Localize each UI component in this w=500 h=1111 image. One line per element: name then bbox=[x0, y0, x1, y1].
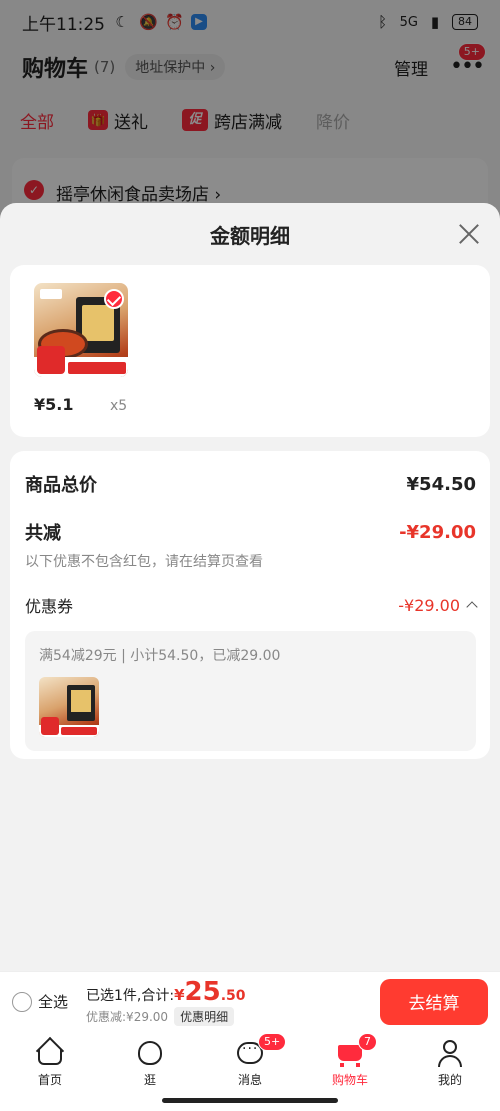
select-all-label[interactable]: 全选 bbox=[38, 991, 68, 1012]
selected-text: 已选1件,合计: bbox=[86, 987, 175, 1004]
product-price-row: ¥5.1 x5 bbox=[34, 395, 466, 414]
select-all-radio[interactable] bbox=[12, 991, 32, 1012]
tab-label: 消息 bbox=[237, 1073, 262, 1087]
coupon-description: 满54减29元 | 小计54.50，已减29.00 bbox=[39, 648, 281, 664]
price-summary-card: 商品总价 ¥54.50 共减 -¥29.00 以下优惠不包含红包，请在结算页查看… bbox=[10, 451, 490, 759]
checkout-button[interactable]: 去结算 bbox=[380, 978, 488, 1025]
product-price: ¥5.1 bbox=[34, 395, 74, 414]
discount-detail-button[interactable]: 优惠明细 bbox=[174, 1006, 235, 1026]
profile-icon bbox=[436, 1039, 464, 1067]
coupon-label: 优惠券 bbox=[25, 597, 74, 616]
coupon-row[interactable]: 优惠券 -¥29.00 bbox=[25, 593, 478, 617]
product-thumbnail[interactable] bbox=[34, 283, 128, 377]
sum-line: 已选1件,合计: ¥ 25 .50 bbox=[86, 978, 246, 1006]
discount-line: 优惠减:¥29.00 优惠明细 bbox=[86, 1006, 246, 1026]
tab-label: 逛 bbox=[143, 1073, 156, 1087]
total-value: ¥54.50 bbox=[406, 473, 476, 495]
reduce-value: -¥29.00 bbox=[399, 521, 476, 543]
selected-check-icon bbox=[104, 289, 124, 309]
sum-block: 已选1件,合计: ¥ 25 .50 优惠减:¥29.00 优惠明细 bbox=[86, 978, 246, 1026]
sheet-header: 金额明细 bbox=[0, 203, 500, 265]
chevron-up-icon bbox=[466, 601, 478, 613]
messages-badge: 5+ bbox=[258, 1033, 287, 1051]
coupon-product-thumbnail bbox=[39, 677, 99, 737]
tab-profile[interactable]: 我的 bbox=[400, 1031, 500, 1111]
tab-label: 购物车 bbox=[331, 1073, 368, 1087]
amount-detail-sheet: 金额明细 ¥5.1 x5 商品总价 ¥54.50 共减 -¥29.00 以下优惠… bbox=[0, 203, 500, 971]
coupon-detail-box: 满54减29元 | 小计54.50，已减29.00 bbox=[25, 631, 476, 751]
coupon-value: -¥29.00 bbox=[398, 595, 460, 615]
sum-currency: ¥ bbox=[174, 985, 185, 1004]
sheet-title: 金额明细 bbox=[210, 223, 290, 248]
sum-amount-dec: .50 bbox=[220, 987, 246, 1004]
checkout-bar: 全选 已选1件,合计: ¥ 25 .50 优惠减:¥29.00 优惠明细 去结算 bbox=[0, 971, 500, 1031]
tab-label: 我的 bbox=[437, 1073, 462, 1087]
discount-text: 优惠减:¥29.00 bbox=[86, 1009, 169, 1024]
home-indicator bbox=[162, 1098, 338, 1103]
tab-home[interactable]: 首页 bbox=[0, 1031, 100, 1111]
coupon-toggle[interactable]: -¥29.00 bbox=[398, 595, 478, 615]
product-quantity: x5 bbox=[110, 398, 128, 414]
reduce-label: 共减 bbox=[25, 523, 61, 544]
product-card: ¥5.1 x5 bbox=[10, 265, 490, 437]
close-icon[interactable] bbox=[458, 223, 480, 245]
cart-badge: 7 bbox=[358, 1033, 377, 1051]
tab-label: 首页 bbox=[37, 1073, 62, 1087]
total-label: 商品总价 bbox=[25, 475, 97, 496]
reduce-row: 共减 -¥29.00 bbox=[25, 519, 476, 545]
sum-amount-int: 25 bbox=[184, 976, 221, 1007]
home-icon bbox=[35, 1036, 65, 1067]
explore-icon bbox=[136, 1039, 164, 1067]
dim-overlay[interactable] bbox=[0, 0, 500, 230]
discount-note: 以下优惠不包含红包，请在结算页查看 bbox=[25, 554, 263, 570]
total-row: 商品总价 ¥54.50 bbox=[25, 471, 476, 497]
